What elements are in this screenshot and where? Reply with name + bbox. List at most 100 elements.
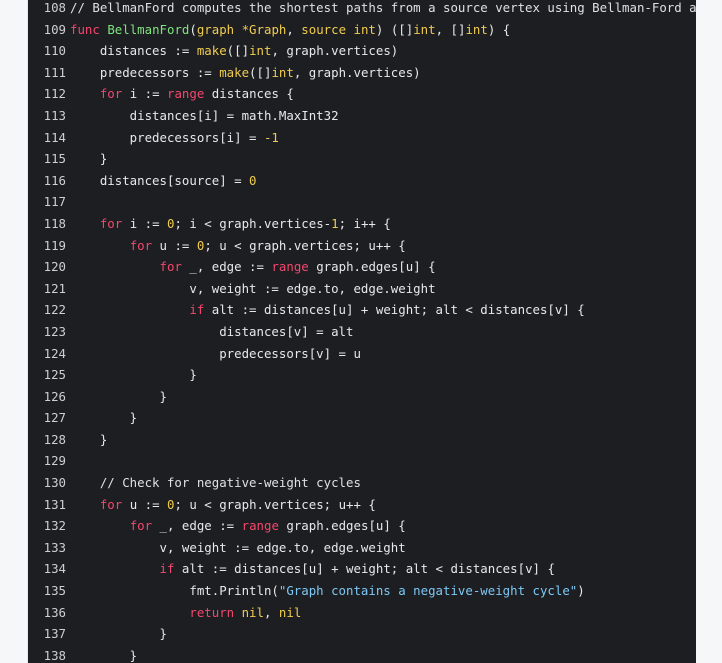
- code-token: for: [99, 215, 123, 231]
- line-number: 121: [43, 280, 66, 296]
- line-code: }: [66, 148, 107, 170]
- code-token: int: [271, 64, 294, 80]
- code-token: int: [465, 21, 488, 37]
- line-number: 129: [43, 453, 66, 469]
- code-line: 132 for _, edge := range graph.edges[u] …: [28, 515, 696, 537]
- line-number: 120: [43, 259, 66, 275]
- code-token: predecessors[v] = u: [70, 345, 361, 361]
- code-token: distances {: [204, 86, 294, 102]
- line-number: 119: [43, 237, 66, 253]
- line-code: // Check for negative-weight cycles: [66, 472, 361, 494]
- line-number: 116: [43, 172, 66, 188]
- code-token: for: [129, 518, 153, 534]
- line-code: }: [66, 407, 137, 429]
- line-code: // BellmanFord computes the shortest pat…: [66, 0, 696, 19]
- code-token: , graph.vertices): [293, 64, 421, 80]
- code-token: }: [70, 388, 167, 404]
- code-token: u :=: [122, 496, 167, 512]
- code-line: 127 }: [28, 407, 696, 429]
- code-line: 137 }: [28, 623, 696, 645]
- line-number: 138: [43, 647, 66, 663]
- code-line: 134 if alt := distances[u] + weight; alt…: [28, 558, 696, 580]
- code-editor-panel[interactable]: 108 // BellmanFord computes the shortest …: [28, 0, 696, 663]
- right-margin: [696, 0, 722, 663]
- line-code: for _, edge := range graph.edges[u] {: [66, 256, 436, 278]
- line-number: 125: [43, 367, 66, 383]
- code-token: range: [167, 86, 205, 102]
- line-number: 132: [43, 518, 66, 534]
- line-code: return nil, nil: [66, 602, 301, 624]
- line-number: 127: [43, 410, 66, 426]
- code-token: alt := distances[u] + weight; alt < dist…: [204, 302, 585, 318]
- code-line: 122 if alt := distances[u] + weight; alt…: [28, 299, 696, 321]
- line-code: v, weight := edge.to, edge.weight: [66, 537, 406, 559]
- code-token: alt := distances[u] + weight; alt < dist…: [174, 561, 555, 577]
- code-token: -1: [263, 129, 279, 145]
- code-token: for: [99, 496, 123, 512]
- code-line: 118 for i := 0; i < graph.vertices-1; i+…: [28, 213, 696, 235]
- code-token: distances[v] = alt: [70, 323, 354, 339]
- line-code: }: [66, 623, 167, 645]
- line-number: 128: [43, 431, 66, 447]
- code-line: 116 distances[source] = 0: [28, 170, 696, 192]
- line-code: if alt := distances[u] + weight; alt < d…: [66, 558, 555, 580]
- line-number: 133: [43, 539, 66, 555]
- line-number: 135: [43, 583, 66, 599]
- code-line: 110 distances := make([]int, graph.verti…: [28, 40, 696, 62]
- line-code: predecessors[i] = -1: [66, 127, 279, 149]
- line-code: distances[i] = math.MaxInt32: [66, 105, 339, 127]
- code-token: for: [159, 259, 182, 275]
- line-number: 115: [43, 151, 66, 167]
- code-line: 109 func BellmanFord(graph *Graph, source…: [28, 19, 696, 41]
- code-token: }: [70, 647, 138, 663]
- code-lines: 108 // BellmanFord computes the shortest …: [28, 0, 696, 663]
- code-token: int: [249, 43, 272, 59]
- line-number: 124: [43, 345, 66, 361]
- code-token: fmt.Println(: [70, 583, 279, 599]
- line-number: 110: [43, 43, 66, 59]
- line-code: }: [66, 429, 107, 451]
- code-token: _, edge :=: [152, 518, 242, 534]
- line-code: }: [66, 364, 196, 386]
- code-line: 135 fmt.Println("Graph contains a negati…: [28, 580, 696, 602]
- code-token: source int: [301, 21, 376, 37]
- line-number: 131: [43, 496, 66, 512]
- code-token: int: [413, 21, 436, 37]
- code-line: 124 predecessors[v] = u: [28, 343, 696, 365]
- code-token: "Graph contains a negative-weight cycle": [278, 583, 578, 599]
- code-token: }: [70, 151, 108, 167]
- line-number: 122: [43, 302, 66, 318]
- line-code: fmt.Println("Graph contains a negative-w…: [66, 580, 584, 602]
- code-token: if: [159, 561, 175, 577]
- code-token: }: [70, 431, 108, 447]
- code-line: 111 predecessors := make([]int, graph.ve…: [28, 62, 696, 84]
- code-token: ,: [263, 604, 279, 620]
- code-token: graph.edges[u] {: [308, 259, 436, 275]
- code-token: for: [129, 237, 153, 253]
- code-token: _, edge :=: [181, 259, 272, 275]
- line-code: }: [66, 645, 137, 663]
- code-token: ([]: [249, 64, 272, 80]
- code-token: BellmanFord: [107, 21, 190, 37]
- code-token: // Check for negative-weight cycles: [70, 475, 361, 491]
- code-token: return: [189, 604, 235, 620]
- code-line: 120 for _, edge := range graph.edges[u] …: [28, 256, 696, 278]
- code-token: }: [70, 626, 167, 642]
- code-line: 113 distances[i] = math.MaxInt32: [28, 105, 696, 127]
- code-token: nil: [241, 604, 264, 620]
- line-code: predecessors[v] = u: [66, 343, 361, 365]
- code-token: graph *Graph: [196, 21, 287, 37]
- code-token: make: [219, 64, 250, 80]
- code-token: ; i < graph.vertices-: [174, 215, 332, 231]
- code-token: v, weight := edge.to, edge.weight: [70, 539, 406, 555]
- code-line: 126 }: [28, 386, 696, 408]
- code-line: 114 predecessors[i] = -1: [28, 127, 696, 149]
- code-line: 115 }: [28, 148, 696, 170]
